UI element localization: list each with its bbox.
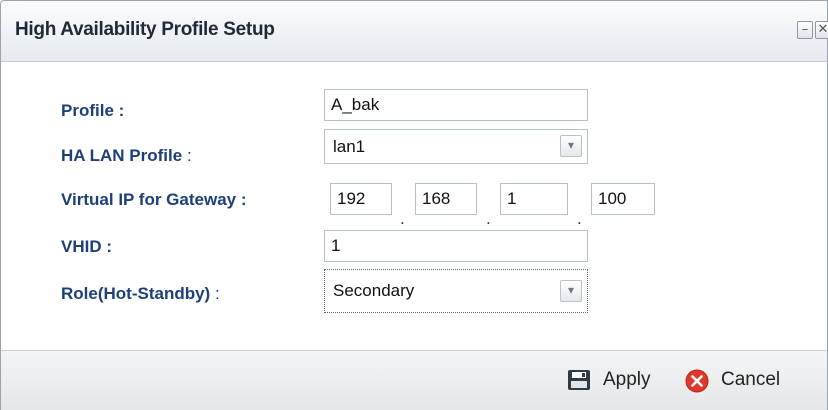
role-colon: : — [214, 284, 220, 303]
profile-label: Profile : — [61, 101, 125, 120]
chevron-down-icon[interactable]: ▾ — [560, 135, 582, 157]
cancel-label: Cancel — [721, 369, 781, 390]
vhid-label: VHID : — [61, 237, 112, 256]
cancel-button[interactable]: Cancel — [685, 366, 809, 394]
title-bar: High Availability Profile Setup – ✕ — [1, 1, 828, 62]
apply-button[interactable]: Apply — [567, 366, 671, 394]
ip-separator-dot: . — [577, 209, 582, 228]
minimize-icon[interactable]: – — [797, 21, 813, 39]
virtual-ip-label: Virtual IP for Gateway : — [61, 190, 247, 209]
ha-lan-profile-select[interactable]: lan1 ▾ — [324, 129, 588, 164]
close-icon[interactable]: ✕ — [815, 21, 828, 39]
ha-profile-dialog: High Availability Profile Setup – ✕ Prof… — [0, 0, 828, 410]
virtual-ip-octet-4[interactable]: 100 — [591, 183, 655, 215]
dialog-footer: Apply Cancel — [1, 350, 827, 410]
ha-lan-profile-colon: : — [186, 146, 192, 165]
ip-separator-dot: . — [486, 209, 491, 228]
cancel-icon — [685, 369, 709, 402]
apply-label: Apply — [603, 369, 651, 390]
virtual-ip-octet-3[interactable]: 1 — [500, 183, 568, 215]
ip-separator-dot: . — [400, 209, 405, 228]
ha-lan-profile-label: HA LAN Profile : — [61, 146, 192, 166]
role-label-text: Role(Hot-Standby) — [61, 284, 211, 303]
role-value: Secondary — [333, 281, 415, 300]
virtual-ip-octet-1[interactable]: 192 — [330, 183, 392, 215]
virtual-ip-octet-2[interactable]: 168 — [415, 183, 477, 215]
vhid-input[interactable]: 1 — [324, 230, 588, 262]
role-select[interactable]: Secondary ▾ — [324, 269, 588, 313]
save-icon — [567, 369, 591, 400]
profile-input[interactable]: A_bak — [324, 89, 588, 121]
ha-lan-profile-label-text: HA LAN Profile — [61, 146, 183, 165]
dialog-title: High Availability Profile Setup — [15, 19, 275, 40]
chevron-down-icon[interactable]: ▾ — [560, 280, 582, 302]
ha-lan-profile-value: lan1 — [333, 137, 366, 156]
role-label: Role(Hot-Standby) : — [61, 284, 220, 304]
